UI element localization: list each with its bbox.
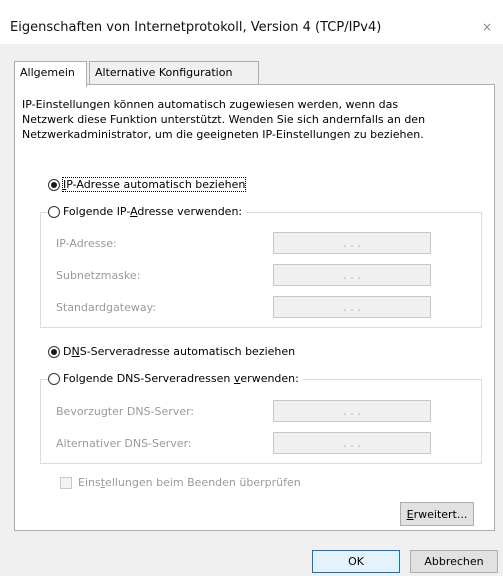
validate-on-exit-checkbox[interactable]: Einstellungen beim Beenden überprüfen — [60, 476, 301, 489]
radio-dns-manual[interactable]: Folgende DNS-Serveradressen verwenden: — [48, 372, 303, 385]
radio-dns-auto-indicator[interactable] — [48, 345, 60, 358]
preferred-dns-label: Bevorzugter DNS-Server: — [56, 405, 195, 418]
radio-ip-auto[interactable]: IP-Adresse automatisch beziehen — [48, 177, 250, 192]
default-gateway-field[interactable]: . . . — [273, 296, 431, 318]
cancel-button[interactable]: Abbrechen — [410, 550, 498, 573]
window-title: Eigenschaften von Internetprotokoll, Ver… — [10, 20, 382, 35]
alternate-dns-label: Alternativer DNS-Server: — [56, 437, 192, 450]
validate-on-exit-box[interactable] — [60, 476, 72, 489]
ip-address-field[interactable]: . . . — [273, 232, 431, 254]
intro-text: IP-Einstellungen können automatisch zuge… — [22, 98, 426, 141]
subnet-mask-field[interactable]: . . . — [273, 264, 431, 286]
radio-dns-manual-indicator[interactable] — [48, 372, 60, 385]
alternate-dns-field[interactable]: . . . — [273, 432, 431, 454]
close-icon[interactable]: × — [477, 19, 497, 35]
default-gateway-label: Standardgateway: — [56, 301, 156, 314]
validate-on-exit-label: Einstellungen beim Beenden überprüfen — [78, 476, 301, 489]
radio-dns-auto-label: DNS-Serveradresse automatisch beziehen — [63, 345, 296, 358]
advanced-button[interactable]: Erweitert... — [400, 502, 474, 526]
tab-alternative-konfiguration[interactable]: Alternative Konfiguration — [89, 61, 259, 85]
preferred-dns-field[interactable]: . . . — [273, 400, 431, 422]
ok-button[interactable]: OK — [312, 550, 400, 573]
radio-dns-auto[interactable]: DNS-Serveradresse automatisch beziehen — [48, 345, 300, 358]
radio-ip-manual-indicator[interactable] — [48, 205, 60, 218]
radio-ip-auto-indicator[interactable] — [48, 178, 60, 191]
radio-ip-manual[interactable]: Folgende IP-Adresse verwenden: — [48, 205, 247, 218]
radio-ip-auto-label: IP-Adresse automatisch beziehen — [61, 177, 247, 192]
subnet-mask-label: Subnetzmaske: — [56, 269, 141, 282]
tab-allgemein[interactable]: Allgemein — [14, 61, 87, 87]
title-bar: Eigenschaften von Internetprotokoll, Ver… — [0, 0, 503, 44]
radio-dns-manual-label: Folgende DNS-Serveradressen verwenden: — [63, 372, 299, 385]
ip-address-label: IP-Adresse: — [56, 237, 117, 250]
radio-ip-manual-label: Folgende IP-Adresse verwenden: — [63, 205, 243, 218]
